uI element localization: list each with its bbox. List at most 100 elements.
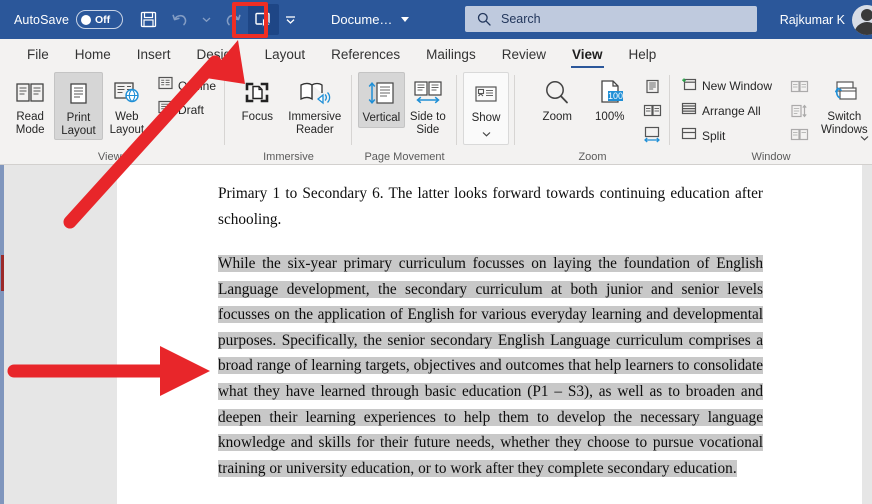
tab-view[interactable]: View: [559, 39, 616, 69]
redo-icon[interactable]: [217, 4, 248, 35]
ribbon-group-show: Show: [457, 69, 515, 165]
web-layout-label: Web Layout: [109, 111, 145, 136]
search-placeholder: Search: [501, 12, 541, 26]
outline-view-button[interactable]: Outline: [155, 75, 219, 96]
web-layout-button[interactable]: Web Layout: [103, 72, 151, 138]
scroll-marker: [1, 255, 4, 291]
immersive-reader-button[interactable]: Immersive Reader: [284, 72, 346, 138]
svg-text:100: 100: [608, 91, 623, 101]
title-bar: AutoSave Off Docume… Search Rajkumar K: [0, 0, 872, 39]
autosave-toggle[interactable]: Off: [76, 10, 124, 29]
search-icon: [477, 12, 491, 26]
tab-design[interactable]: Design: [184, 39, 252, 69]
side-to-side-label: Side to Side: [409, 111, 446, 136]
ribbon-group-zoom-label: Zoom: [578, 151, 607, 163]
show-panel-icon: [473, 77, 499, 111]
undo-icon[interactable]: [164, 4, 195, 35]
account-area[interactable]: Rajkumar K: [780, 0, 872, 39]
search-input[interactable]: Search: [465, 6, 757, 32]
draft-view-icon: [158, 100, 173, 119]
quick-access-toolbar: AutoSave Off Docume…: [0, 4, 410, 35]
ribbon-group-views: Read Mode Print Layout Web Layout Outlin…: [0, 69, 225, 165]
split-window-icon: [681, 126, 697, 146]
arrange-all-button[interactable]: Arrange All: [678, 100, 775, 121]
tab-mailings[interactable]: Mailings: [413, 39, 489, 69]
tab-home[interactable]: Home: [62, 39, 124, 69]
ribbon-tab-strip: File Home Insert Design Layout Reference…: [0, 39, 872, 69]
read-mode-icon: [15, 76, 45, 110]
print-layout-label: Print Layout: [61, 112, 96, 137]
immersive-reader-label: Immersive Reader: [288, 111, 342, 136]
avatar-head: [861, 8, 872, 21]
outline-view-label: Outline: [177, 78, 216, 93]
chevron-down-icon: [401, 17, 410, 22]
ribbon-group-window-label: Window: [751, 151, 791, 163]
avatar[interactable]: [852, 4, 872, 35]
outline-view-icon: [158, 76, 173, 95]
touch-mouse-mode-icon[interactable]: [248, 4, 280, 35]
web-layout-icon: [111, 76, 143, 110]
tab-layout[interactable]: Layout: [252, 39, 319, 69]
autosave-toggle-knob: [81, 14, 92, 25]
undo-dropdown-chevron-icon[interactable]: [195, 4, 217, 35]
customize-quick-access-toolbar-icon[interactable]: [279, 4, 301, 35]
vertical-scrollbar[interactable]: [0, 165, 4, 504]
switch-windows-icon: [827, 76, 861, 110]
zoom-magnifier-icon: [542, 76, 572, 110]
tab-help[interactable]: Help: [616, 39, 670, 69]
print-layout-button[interactable]: Print Layout: [54, 72, 103, 140]
avatar-body: [854, 21, 872, 35]
ribbon-group-immersive: Focus Immersive Reader Immersive: [225, 69, 352, 165]
vertical-scroll-icon: [366, 77, 396, 111]
zoom-100-icon: 100: [595, 76, 625, 110]
document-page[interactable]: Primary 1 to Secondary 6. The latter loo…: [117, 165, 862, 504]
page-width-icon[interactable]: [640, 124, 664, 145]
tab-file[interactable]: File: [14, 39, 62, 69]
vertical-button[interactable]: Vertical: [358, 72, 405, 128]
autosave-state-label: Off: [95, 13, 111, 26]
autosave-label: AutoSave: [14, 12, 70, 27]
chevron-down-icon: [482, 124, 491, 142]
draft-view-button[interactable]: Draft: [155, 99, 219, 120]
selected-text-highlight: While the six-year primary curriculum fo…: [218, 255, 763, 477]
chevron-down-icon[interactable]: [860, 128, 869, 146]
document-name-label: Docume…: [331, 12, 393, 27]
save-icon[interactable]: [133, 4, 164, 35]
reset-window-position-icon[interactable]: [787, 124, 811, 145]
synchronous-scrolling-icon[interactable]: [787, 100, 811, 121]
side-to-side-icon: [412, 76, 444, 110]
user-name-label: Rajkumar K: [779, 12, 845, 27]
draft-view-label: Draft: [177, 102, 204, 117]
new-window-label: New Window: [702, 78, 773, 93]
arrange-all-label: Arrange All: [702, 103, 761, 118]
focus-button[interactable]: Focus: [231, 72, 284, 126]
one-page-icon[interactable]: [640, 76, 664, 97]
vertical-label: Vertical: [362, 112, 401, 124]
arrange-all-icon: [681, 101, 697, 121]
ribbon-group-page-movement: Vertical Side to Side Page Movement: [352, 69, 457, 165]
ribbon-group-views-label: Views: [97, 151, 128, 163]
tab-insert[interactable]: Insert: [124, 39, 184, 69]
multiple-pages-icon[interactable]: [640, 100, 664, 121]
show-button[interactable]: Show: [463, 72, 509, 145]
document-canvas[interactable]: Primary 1 to Secondary 6. The latter loo…: [0, 165, 872, 504]
tab-review[interactable]: Review: [489, 39, 559, 69]
new-window-button[interactable]: New Window: [678, 75, 775, 96]
document-name-menu[interactable]: Docume…: [331, 12, 410, 27]
zoom-label: Zoom: [542, 111, 572, 123]
read-mode-button[interactable]: Read Mode: [6, 72, 54, 138]
ribbon: Read Mode Print Layout Web Layout Outlin…: [0, 69, 872, 165]
split-label: Split: [702, 128, 726, 143]
new-window-icon: [681, 76, 697, 96]
zoom-100-label: 100%: [595, 111, 625, 123]
tab-references[interactable]: References: [318, 39, 413, 69]
zoom-100-button[interactable]: 100 100%: [584, 72, 637, 126]
word-window: AutoSave Off Docume… Search Rajkumar K F…: [0, 0, 872, 504]
ribbon-group-zoom: Zoom 100 100% Zoom: [515, 69, 670, 165]
view-side-by-side-icon[interactable]: [787, 76, 811, 97]
focus-mode-icon: [243, 76, 271, 110]
split-button[interactable]: Split: [678, 125, 775, 146]
zoom-button[interactable]: Zoom: [531, 72, 584, 126]
side-to-side-button[interactable]: Side to Side: [405, 72, 451, 138]
focus-label: Focus: [241, 111, 273, 123]
